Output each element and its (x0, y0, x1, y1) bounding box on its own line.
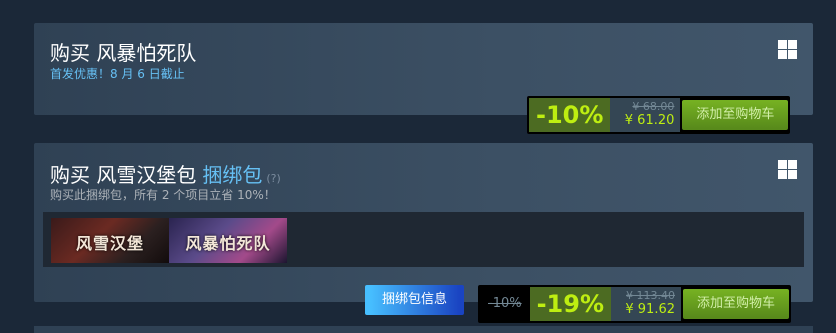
bundle-info-button[interactable]: 捆绑包信息 (365, 285, 465, 315)
purchase-title: 购买 风雪汉堡包 (50, 163, 197, 187)
original-price: ¥ 68.00 (632, 100, 675, 113)
final-price: ¥ 91.62 (625, 302, 675, 317)
windows-icon (778, 160, 797, 179)
discount-percent: -10% (529, 98, 611, 132)
price-block: ¥ 113.40 ¥ 91.62 (611, 287, 681, 321)
bundle-title-row: 购买 风雪汉堡包 捆绑包 (?) (50, 159, 281, 188)
original-price: ¥ 113.40 (626, 289, 675, 302)
final-price: ¥ 61.20 (624, 113, 675, 128)
bundle-item-thumbnail[interactable]: 风暴怕死队 (169, 218, 287, 263)
next-panel-edge (34, 326, 813, 333)
purchase-title: 购买 风暴怕死队 (50, 41, 197, 65)
price-block: ¥ 68.00 ¥ 61.20 (610, 98, 681, 132)
bundle-link[interactable]: 捆绑包 (202, 163, 262, 187)
bundle-items-strip: 风雪汉堡 风暴怕死队 (43, 212, 804, 267)
bundle-help-icon[interactable]: (?) (266, 172, 280, 185)
purchase-action-bundle: -10% -19% ¥ 113.40 ¥ 91.62 添加至购物车 (478, 285, 792, 323)
purchase-action-game: -10% ¥ 68.00 ¥ 61.20 添加至购物车 (527, 96, 791, 134)
sale-deadline: 首发优惠！8 月 6 日截止 (50, 67, 185, 81)
thumbnail-art-text: 风暴怕死队 (185, 234, 271, 253)
bundle-item-thumbnail[interactable]: 风雪汉堡 (51, 218, 169, 263)
discount-percent: -19% (529, 287, 611, 321)
windows-icon (778, 40, 797, 59)
bundle-description: 购买此捆绑包，所有 2 个项目立省 10%！ (50, 188, 276, 202)
add-to-cart-button[interactable]: 添加至购物车 (682, 100, 789, 130)
bundle-base-discount: -10% (480, 287, 530, 321)
purchase-panel-bundle: 购买 风雪汉堡包 捆绑包 (?) 购买此捆绑包，所有 2 个项目立省 10%！ 风雪… (34, 143, 813, 302)
add-to-cart-button[interactable]: 添加至购物车 (683, 289, 790, 319)
thumbnail-art-text: 风雪汉堡 (75, 234, 144, 253)
